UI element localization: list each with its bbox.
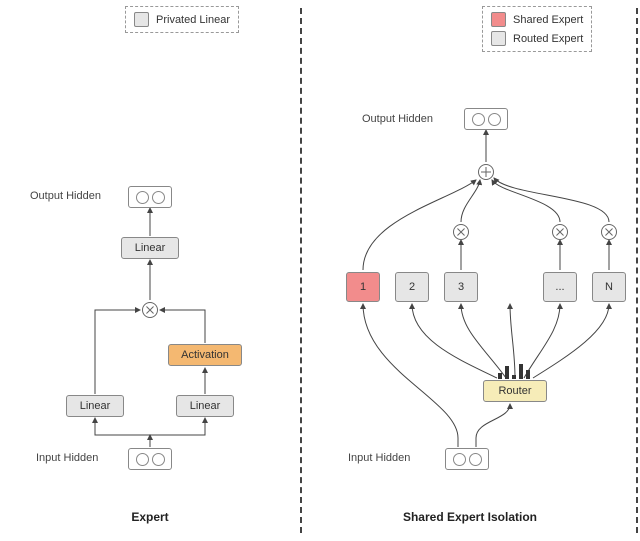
legend-label: Routed Expert (513, 33, 583, 45)
legend-right: Shared Expert Routed Expert (482, 6, 592, 52)
output-hidden-box (464, 108, 508, 130)
block-label: Linear (135, 242, 166, 254)
add-op-icon (478, 164, 494, 180)
expert-routed-n: N (592, 272, 626, 302)
block-label: Activation (181, 349, 229, 361)
expert-shared-1: 1 (346, 272, 380, 302)
legend-label: Shared Expert (513, 14, 583, 26)
router-block: Router (483, 380, 547, 402)
linear-up-block: Linear (176, 395, 234, 417)
legend-row: Routed Expert (491, 31, 583, 46)
expert-routed-3: 3 (444, 272, 478, 302)
block-label: 2 (409, 281, 415, 293)
block-label: Router (498, 385, 531, 397)
expert-routed-2: 2 (395, 272, 429, 302)
linear-down-block: Linear (121, 237, 179, 259)
legend-left: Privated Linear (125, 6, 239, 33)
block-label: Linear (190, 400, 221, 412)
panel-title: Expert (0, 510, 300, 524)
multiply-op-icon (142, 302, 158, 318)
expert-panel: Privated Linear Output Hidden (0, 0, 300, 541)
multiply-op-icon (453, 224, 469, 240)
activation-block: Activation (168, 344, 242, 366)
block-label: 1 (360, 281, 366, 293)
input-hidden-label: Input Hidden (36, 452, 98, 464)
legend-row: Privated Linear (134, 12, 230, 27)
output-hidden-label: Output Hidden (30, 190, 101, 202)
block-label: ... (555, 281, 564, 293)
linear-gate-block: Linear (66, 395, 124, 417)
block-label: Linear (80, 400, 111, 412)
legend-row: Shared Expert (491, 12, 583, 27)
output-hidden-label: Output Hidden (362, 113, 433, 125)
panel-title: Shared Expert Isolation (300, 510, 640, 524)
block-label: N (605, 281, 613, 293)
output-hidden-box (128, 186, 172, 208)
multiply-op-icon (552, 224, 568, 240)
multiply-op-icon (601, 224, 617, 240)
router-histogram-icon (498, 364, 530, 379)
input-hidden-label: Input Hidden (348, 452, 410, 464)
input-hidden-box (128, 448, 172, 470)
swatch-linear-icon (134, 12, 149, 27)
expert-routed-ellipsis: ... (543, 272, 577, 302)
block-label: 3 (458, 281, 464, 293)
legend-label: Privated Linear (156, 14, 230, 26)
swatch-routed-icon (491, 31, 506, 46)
swatch-shared-icon (491, 12, 506, 27)
shared-expert-isolation-panel: Shared Expert Routed Expert (300, 0, 640, 541)
input-hidden-box (445, 448, 489, 470)
